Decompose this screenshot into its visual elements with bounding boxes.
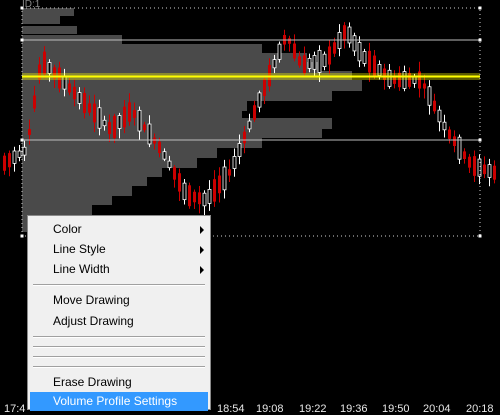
volume-bar	[22, 127, 322, 138]
menu-separator	[33, 356, 205, 358]
volume-bar	[22, 205, 92, 215]
candle	[277, 41, 282, 63]
selection-handle[interactable]	[20, 138, 24, 142]
context-menu: Color Line Style Line Width Move Drawing…	[27, 215, 211, 411]
volume-bar	[22, 186, 132, 196]
submenu-arrow-icon	[200, 226, 204, 234]
menu-item-label: Color	[53, 222, 82, 236]
volume-bar	[22, 16, 60, 24]
time-axis-label: 19:50	[382, 403, 410, 415]
time-axis-label: 19:08	[256, 403, 284, 415]
chart-id-label: ID:1	[22, 0, 41, 10]
menu-item-color[interactable]: Color	[30, 220, 208, 239]
menu-item-move-drawing[interactable]: Move Drawing	[30, 291, 208, 310]
volume-bar	[22, 53, 307, 63]
selection-handle[interactable]	[478, 234, 482, 238]
volume-bar	[22, 195, 112, 205]
volume-bar	[22, 147, 217, 158]
menu-item-label: Volume Profile Settings	[53, 394, 178, 408]
menu-item-erase-drawing[interactable]: Erase Drawing	[30, 373, 208, 392]
menu-item-label: Line Style	[53, 242, 106, 256]
menu-item-line-width[interactable]: Line Width	[30, 260, 208, 279]
time-axis-label: 20:18	[466, 403, 494, 415]
menu-separator	[33, 336, 205, 338]
menu-item-label: Move Drawing	[53, 293, 130, 307]
volume-bar	[22, 167, 162, 177]
menu-item-label: Line Width	[53, 262, 110, 276]
time-axis-label: 19:22	[299, 403, 327, 415]
time-axis-label: 20:04	[423, 403, 451, 415]
time-axis-label: 18:54	[217, 403, 245, 415]
selection-handle[interactable]	[478, 138, 482, 142]
selection-handle[interactable]	[478, 38, 482, 42]
menu-separator	[33, 366, 205, 368]
menu-item-volume-profile-settings[interactable]: Volume Profile Settings	[30, 392, 208, 411]
menu-separator	[33, 346, 205, 348]
menu-item-label: Erase Drawing	[53, 375, 132, 389]
menu-separator	[33, 284, 205, 286]
selection-handle[interactable]	[478, 6, 482, 10]
volume-bar	[22, 137, 262, 148]
time-axis-label: 17:4	[4, 403, 25, 415]
submenu-arrow-icon	[200, 246, 204, 254]
selection-handle[interactable]	[20, 38, 24, 42]
menu-item-line-style[interactable]: Line Style	[30, 240, 208, 259]
submenu-arrow-icon	[200, 266, 204, 274]
volume-bar	[22, 26, 77, 34]
selection-handle[interactable]	[20, 234, 24, 238]
volume-bar	[22, 176, 147, 186]
menu-item-label: Adjust Drawing	[53, 314, 134, 328]
time-axis-label: 19:36	[340, 403, 368, 415]
candle	[188, 182, 191, 209]
menu-item-adjust-drawing[interactable]: Adjust Drawing	[30, 312, 208, 331]
candle	[457, 134, 462, 165]
volume-bar	[22, 44, 262, 54]
